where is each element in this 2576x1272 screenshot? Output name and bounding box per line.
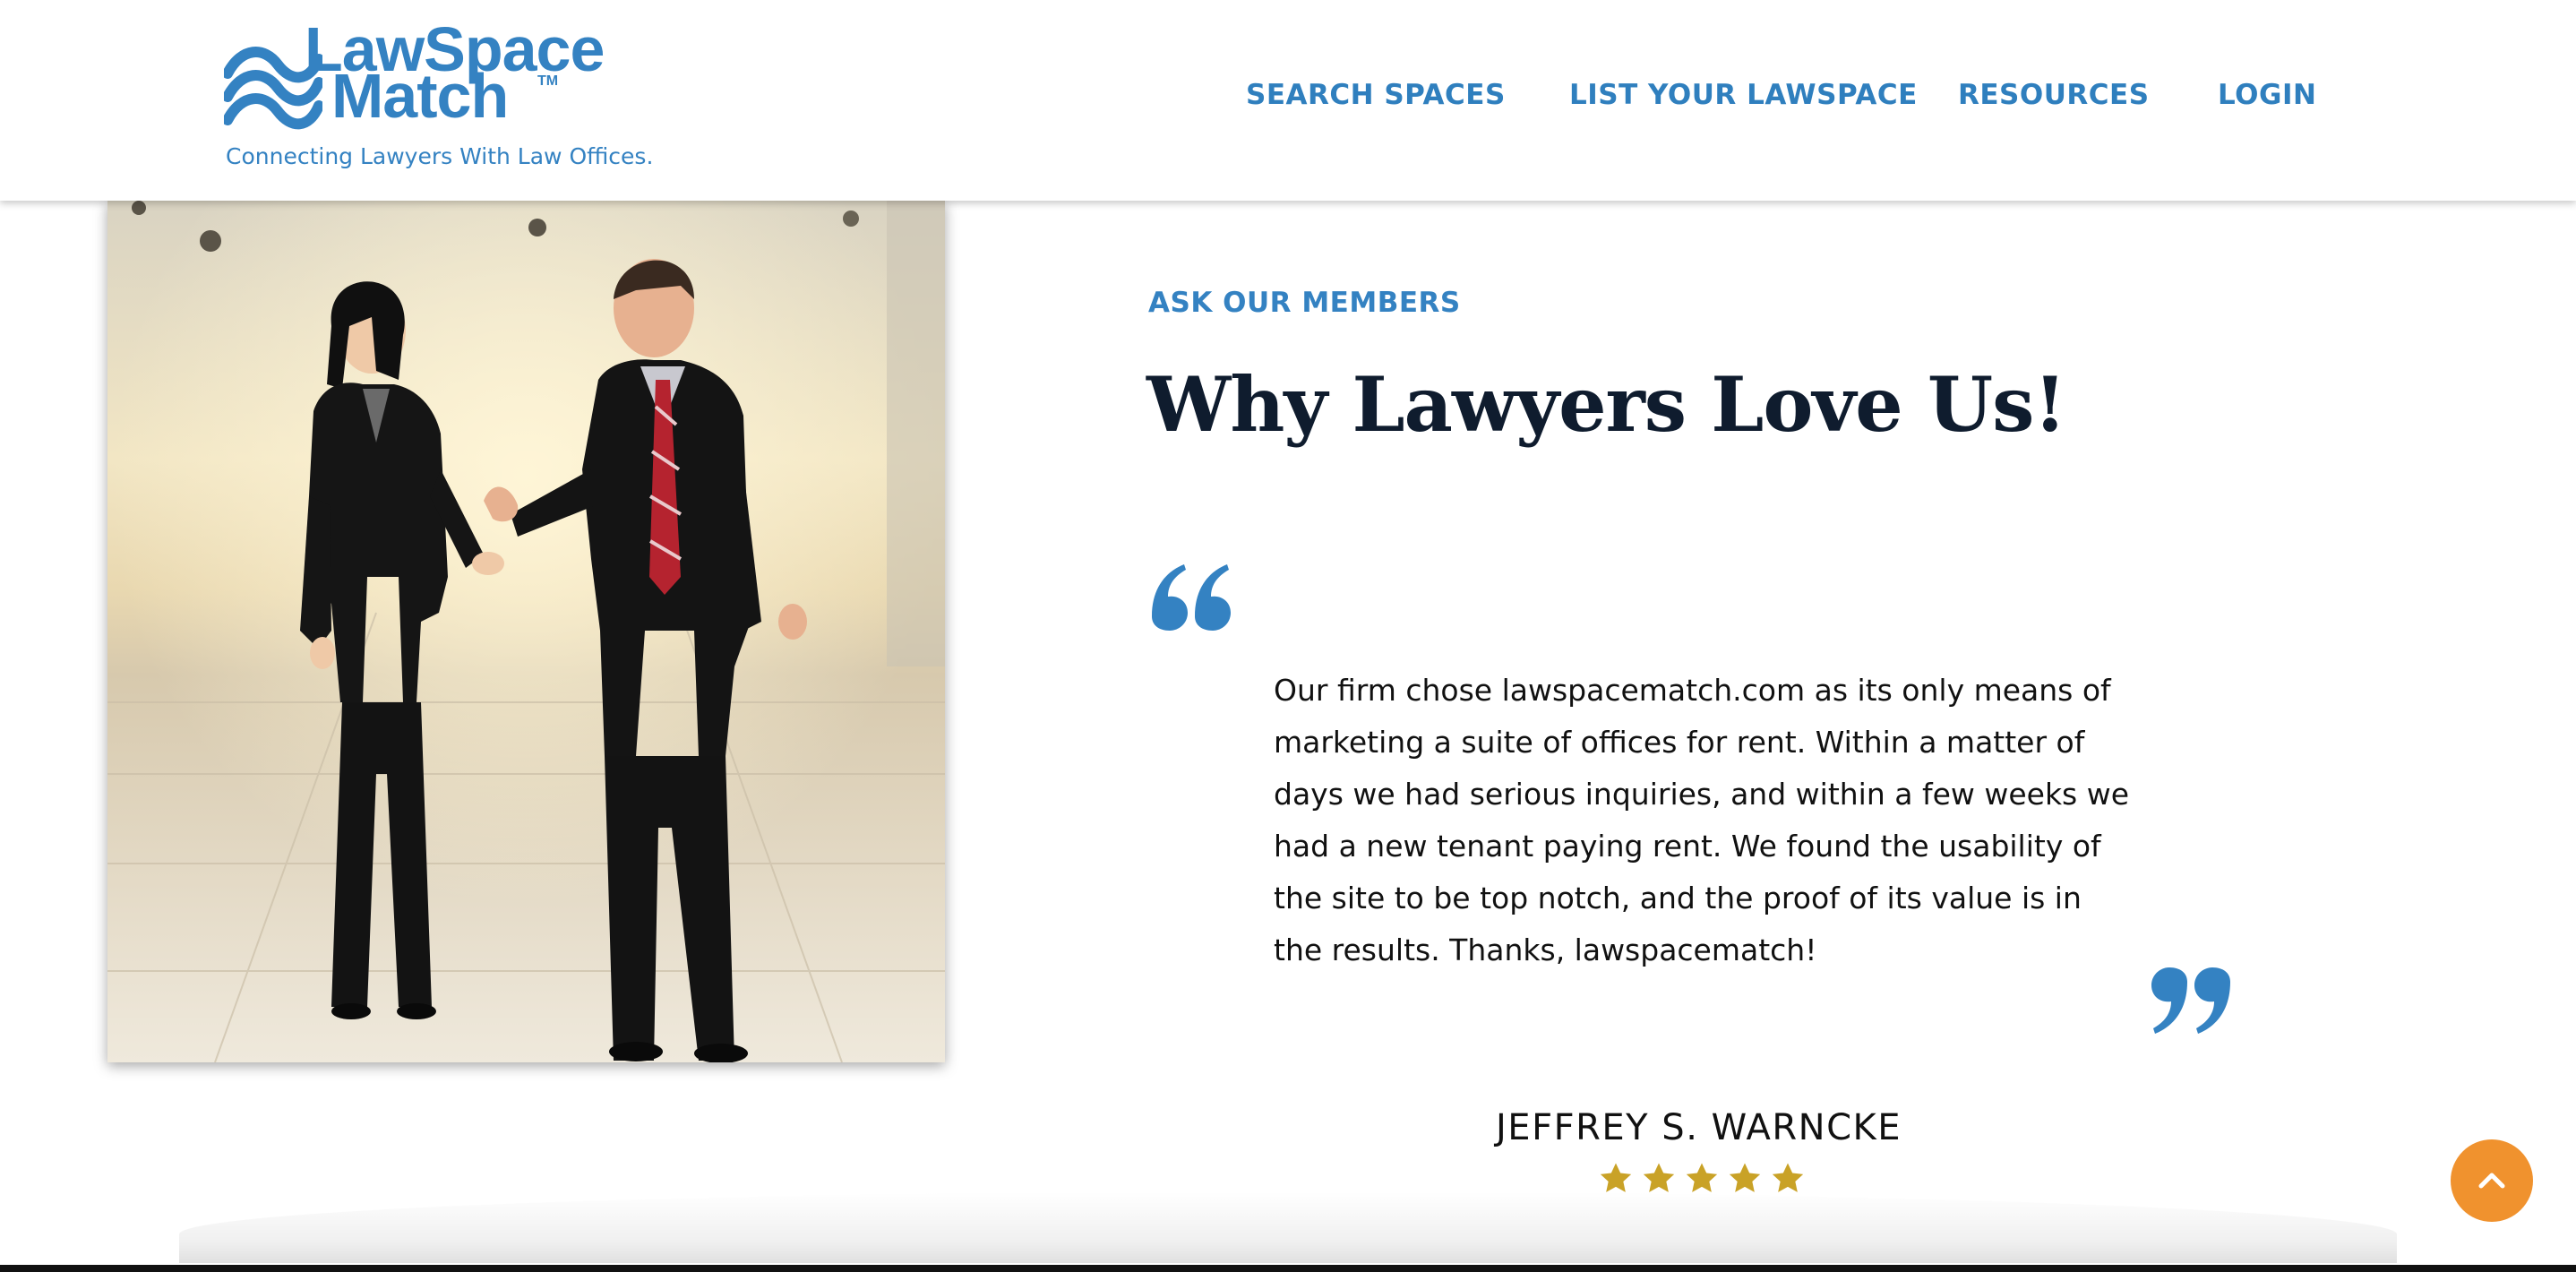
star-icon: [1687, 1163, 1718, 1192]
star-icon: [1600, 1163, 1632, 1192]
star-icon: [1730, 1163, 1761, 1192]
viewport-bottom-edge: [0, 1265, 2576, 1272]
close-quote-icon: [2151, 967, 2230, 1034]
nav-resources[interactable]: RESOURCES: [1958, 79, 2150, 111]
tagline: Connecting Lawyers With Law Offices.: [226, 143, 654, 169]
chevron-up-icon: [2478, 1173, 2505, 1189]
people-walking-photo: [107, 201, 945, 1062]
people-walking-illustration: [107, 201, 945, 1062]
nav-search-spaces[interactable]: SEARCH SPACES: [1246, 79, 1506, 111]
nav-list-your-lawspace[interactable]: LIST YOUR LAWSPACE: [1569, 79, 1918, 111]
star-icon: [1773, 1163, 1804, 1192]
section-divider-shadow: [179, 1191, 2397, 1263]
section-eyebrow: ASK OUR MEMBERS: [1148, 287, 1461, 319]
nav-login[interactable]: LOGIN: [2218, 79, 2316, 111]
testimonial-quote: Our firm chose lawspacematch.com as its …: [1274, 673, 2130, 967]
testimonial-author: JEFFREY S. WARNCKE: [1496, 1107, 1902, 1148]
trademark-mark: TM: [537, 73, 559, 89]
star-icon: [1643, 1163, 1675, 1192]
back-to-top-button[interactable]: [2451, 1139, 2533, 1222]
section-heading: Why Lawyers Love Us!: [1146, 360, 2066, 449]
logo-wordmark-line2: Match: [331, 61, 509, 131]
site-header: LawSpace Match TM Connecting Lawyers Wit…: [0, 0, 2576, 201]
open-quote-icon: [1152, 564, 1231, 631]
